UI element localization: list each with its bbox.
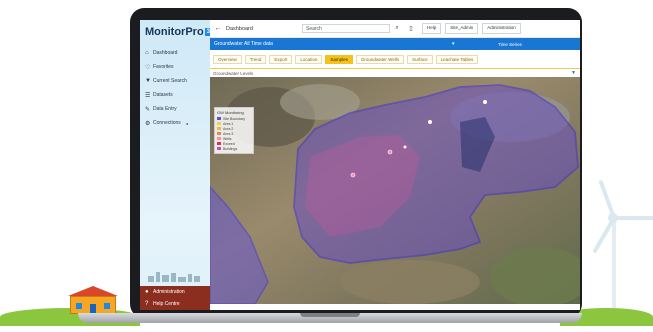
administration-button[interactable]: Administration [482, 23, 521, 34]
top-bar: ← Dashboard Search ⌕ ▯ Help Site_Admin A… [210, 20, 580, 38]
map-legend: GW Monitoring Site Boundary Area 1 Area … [214, 107, 254, 154]
tab-trend[interactable]: Trend [244, 54, 267, 64]
map-view[interactable]: GW Monitoring Site Boundary Area 1 Area … [210, 77, 580, 304]
search-icon[interactable]: ⌕ [390, 25, 404, 32]
satellite-map[interactable] [210, 77, 580, 304]
legend-label: Area 1 [223, 121, 234, 126]
sidebar-item-label: Current Search [153, 78, 187, 84]
site-admin-button[interactable]: Site_Admin [445, 23, 479, 34]
legend-swatch [217, 127, 221, 130]
tab-leachate-tables[interactable]: Leachate Tables [435, 54, 479, 64]
list-icon: ☰ [145, 92, 151, 99]
gear-icon: ⚙ [145, 120, 151, 127]
sidebar-item-data-entry[interactable]: ✎ Data Entry [145, 102, 207, 116]
sidebar: MonitorPro360 ⌂ Dashboard ♡ Favorites ▼ … [140, 20, 219, 310]
well-marker[interactable] [428, 120, 432, 124]
filter-icon: ▼ [145, 78, 151, 84]
tab-surface[interactable]: Surface [407, 54, 433, 64]
wind-turbine-blade [614, 216, 653, 220]
sidebar-item-label: Data Entry [153, 106, 177, 112]
page-title: Dashboard [226, 25, 253, 32]
dataset-selector-bar: Groundwater All Time data ▾ Time Series [210, 38, 580, 50]
back-arrow-icon[interactable]: ← [210, 25, 226, 32]
tab-export[interactable]: Export [269, 54, 293, 64]
heart-icon: ♡ [145, 64, 151, 71]
legend-swatch [217, 132, 221, 135]
tab-samples[interactable]: Samples [325, 54, 353, 64]
sidebar-item-dashboard[interactable]: ⌂ Dashboard [145, 46, 207, 60]
main-content: ← Dashboard Search ⌕ ▯ Help Site_Admin A… [210, 20, 580, 310]
legend-title: GW Monitoring [217, 110, 244, 115]
filter-icon[interactable]: ▼ [571, 70, 580, 76]
legend-label: Site Boundary [223, 116, 245, 121]
breadcrumb-text: Groundwater Levels [213, 70, 254, 76]
sidebar-item-label: Administration [153, 289, 185, 295]
app-logo[interactable]: MonitorPro360 [145, 26, 219, 38]
well-marker[interactable] [387, 149, 393, 155]
sidebar-admin-section: ● Administration ? Help Centre [140, 286, 210, 310]
legend-label: Wells [223, 136, 232, 141]
well-marker[interactable] [403, 145, 407, 149]
sidebar-item-administration[interactable]: ● Administration [140, 286, 210, 298]
sidebar-item-connections[interactable]: ⚙ Connections ◂ [145, 116, 207, 130]
mobile-icon[interactable]: ▯ [404, 25, 418, 32]
sidebar-item-current-search[interactable]: ▼ Current Search [145, 74, 207, 88]
app-screen: MonitorPro360 ⌂ Dashboard ♡ Favorites ▼ … [140, 20, 580, 310]
tab-groundwater-wells[interactable]: Groundwater Wells [355, 54, 405, 64]
time-series-link[interactable]: Time Series [498, 42, 522, 47]
legend-swatch [217, 137, 221, 140]
dataset-select[interactable]: Groundwater All Time data [210, 41, 452, 47]
sidebar-item-favorites[interactable]: ♡ Favorites [145, 60, 207, 74]
sidebar-item-label: Datasets [153, 92, 173, 98]
city-skyline-illustration [148, 272, 200, 282]
laptop-notch [300, 313, 360, 317]
sidebar-item-label: Connections [153, 120, 181, 126]
legend-row: Buildings [217, 146, 251, 151]
sidebar-item-label: Dashboard [153, 50, 178, 56]
wind-turbine-pole [612, 218, 616, 308]
sidebar-nav: ⌂ Dashboard ♡ Favorites ▼ Current Search… [145, 46, 207, 130]
house-illustration [68, 286, 118, 314]
tab-overview[interactable]: Overview [213, 54, 242, 64]
help-button[interactable]: Help [422, 23, 442, 34]
sidebar-item-datasets[interactable]: ☰ Datasets [145, 88, 207, 102]
sidebar-item-label: Help Centre [153, 301, 180, 307]
chevron-down-icon[interactable]: ▾ [452, 41, 498, 47]
chevron-left-icon: ◂ [185, 120, 188, 126]
help-icon: ? [145, 301, 149, 307]
legend-swatch [217, 147, 221, 150]
well-marker[interactable] [350, 172, 356, 178]
footer-strip [210, 304, 580, 310]
tab-bar: Overview Trend Export Location Samples G… [210, 51, 580, 67]
sidebar-item-label: Favorites [153, 64, 174, 70]
well-marker[interactable] [483, 100, 487, 104]
terrain-patch [340, 260, 480, 304]
legend-swatch [217, 117, 221, 120]
legend-swatch [217, 122, 221, 125]
user-icon: ● [145, 289, 149, 295]
logo-text: MonitorPro [145, 26, 204, 38]
legend-swatch [217, 142, 221, 145]
legend-label: Exceed [223, 141, 235, 146]
home-icon: ⌂ [145, 50, 149, 56]
wind-turbine-hub [608, 213, 618, 223]
legend-label: Buildings [223, 146, 238, 151]
legend-label: Area 3 [223, 131, 234, 136]
breadcrumb: Groundwater Levels ▼ [210, 68, 580, 77]
edit-icon: ✎ [145, 106, 151, 113]
tab-location[interactable]: Location [295, 54, 323, 64]
search-input[interactable]: Search [302, 24, 390, 33]
legend-label: Area 2 [223, 126, 234, 131]
sidebar-item-help-centre[interactable]: ? Help Centre [140, 298, 210, 310]
